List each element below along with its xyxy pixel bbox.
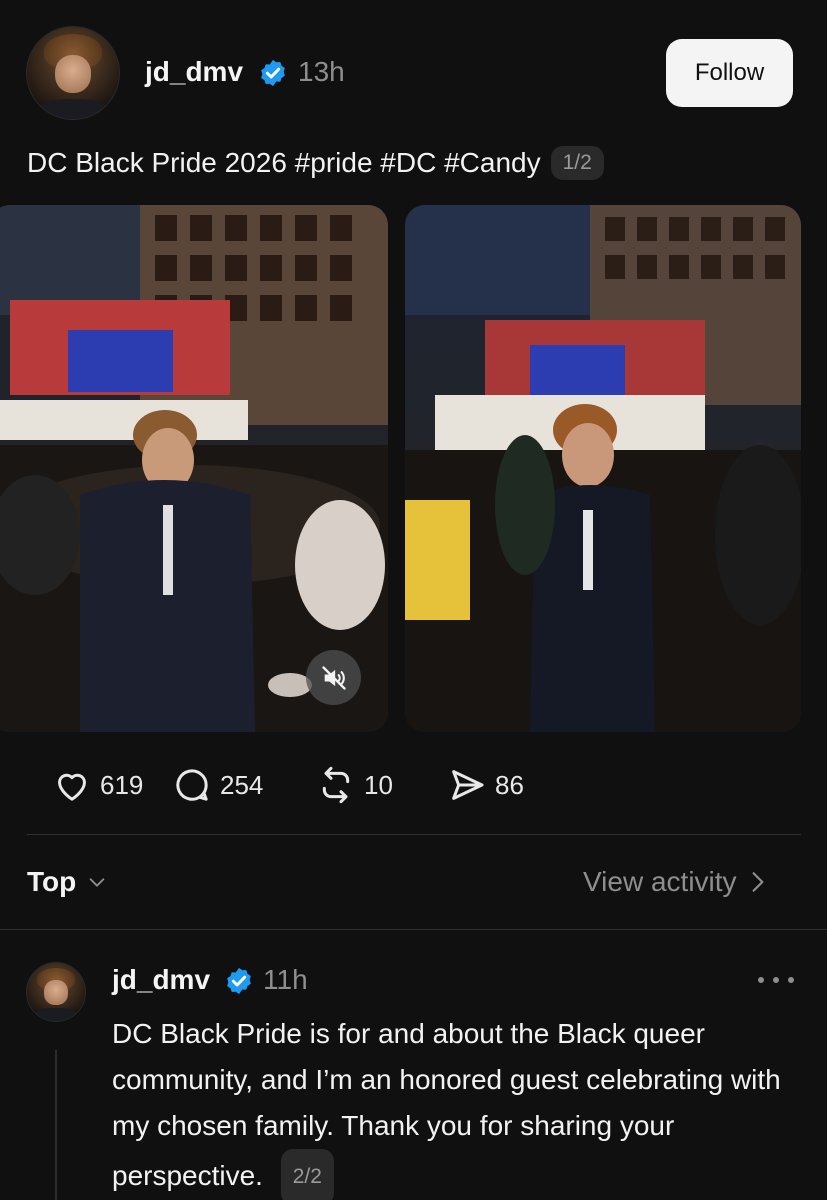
more-dot-icon bbox=[773, 977, 779, 983]
avatar-face bbox=[44, 980, 68, 1005]
verified-badge-icon bbox=[261, 59, 285, 87]
post-pager-badge: 1/2 bbox=[550, 146, 604, 180]
more-dot-icon bbox=[788, 977, 794, 983]
like-button[interactable]: 619 bbox=[52, 765, 143, 805]
repost-button[interactable]: 10 bbox=[316, 765, 393, 805]
mute-toggle-button[interactable] bbox=[306, 650, 361, 705]
thread-line bbox=[55, 1050, 57, 1200]
image-frame bbox=[405, 205, 801, 732]
more-dot-icon bbox=[758, 977, 764, 983]
send-icon bbox=[452, 770, 484, 800]
chevron-right-icon bbox=[752, 872, 763, 892]
avatar-face bbox=[54, 54, 92, 94]
reply-author-username[interactable]: jd_dmv bbox=[112, 964, 210, 996]
chevron-down-icon bbox=[89, 878, 105, 887]
reply-pager-badge: 2/2 bbox=[280, 1149, 334, 1200]
heart-icon bbox=[58, 773, 86, 801]
caption-text: DC Black Pride 2026 #pride #DC #Candy bbox=[27, 147, 541, 178]
avatar-shirt bbox=[29, 1008, 83, 1021]
reply-author-avatar[interactable] bbox=[26, 962, 86, 1022]
repost-count: 10 bbox=[364, 769, 393, 800]
sort-dropdown[interactable]: Top bbox=[27, 866, 108, 898]
author-username[interactable]: jd_dmv bbox=[145, 56, 243, 88]
repost-icon bbox=[322, 766, 350, 804]
sort-label: Top bbox=[27, 866, 77, 897]
view-activity-link[interactable]: View activity bbox=[583, 866, 767, 898]
like-count: 619 bbox=[100, 769, 144, 800]
reply-count: 254 bbox=[220, 769, 264, 800]
avatar-shirt bbox=[31, 98, 115, 119]
speaker-muted-icon bbox=[321, 665, 346, 690]
reply-button[interactable]: 254 bbox=[172, 765, 263, 805]
comment-icon bbox=[176, 769, 208, 801]
verified-badge-icon bbox=[227, 967, 251, 995]
author-avatar[interactable] bbox=[26, 26, 120, 120]
view-activity-label: View activity bbox=[583, 866, 737, 897]
reply-text: DC Black Pride is for and about the Blac… bbox=[112, 1018, 781, 1191]
follow-button[interactable]: Follow bbox=[666, 39, 793, 107]
divider bbox=[27, 834, 801, 835]
share-button[interactable]: 86 bbox=[447, 765, 524, 805]
post-timestamp: 13h bbox=[298, 56, 345, 87]
reply-timestamp: 11h bbox=[263, 964, 308, 995]
divider bbox=[0, 929, 827, 930]
more-options-button[interactable] bbox=[758, 968, 794, 992]
post-image[interactable] bbox=[405, 205, 801, 732]
share-count: 86 bbox=[495, 769, 524, 800]
reply-body: DC Black Pride is for and about the Blac… bbox=[112, 1011, 802, 1200]
post-caption: DC Black Pride 2026 #pride #DC #Candy 1/2 bbox=[27, 146, 604, 180]
